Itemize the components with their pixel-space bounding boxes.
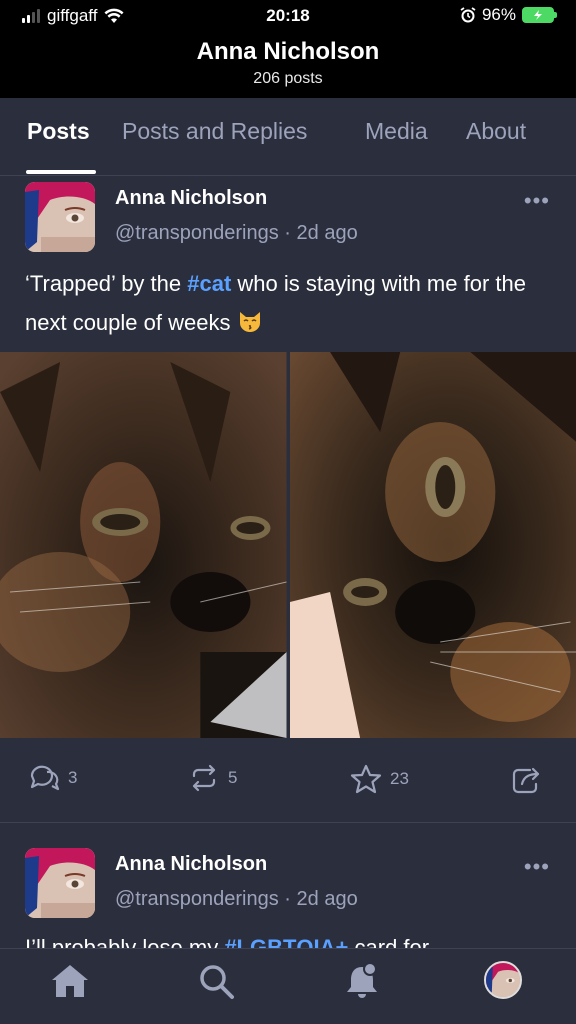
tab-about[interactable]: About bbox=[466, 118, 526, 145]
alarm-icon bbox=[460, 7, 476, 23]
cat-photo-right[interactable] bbox=[289, 352, 576, 738]
cat-photo-left[interactable] bbox=[0, 352, 287, 738]
post-meta: @transponderings · 2d ago bbox=[115, 888, 358, 910]
avatar[interactable] bbox=[25, 182, 95, 252]
profile-header: Anna Nicholson 206 posts bbox=[0, 38, 576, 88]
profile-tabs: Posts Posts and Replies Media About bbox=[0, 98, 576, 176]
hashtag-link[interactable]: #cat bbox=[187, 271, 231, 296]
post-age: 2d ago bbox=[296, 222, 358, 244]
bottom-navigation bbox=[0, 948, 576, 1024]
profile-avatar[interactable] bbox=[484, 961, 522, 999]
kissing-cat-emoji bbox=[239, 312, 260, 332]
share-icon bbox=[512, 767, 540, 794]
boost-button[interactable]: 5 bbox=[188, 764, 237, 792]
post-handle[interactable]: @transponderings bbox=[115, 222, 279, 244]
post-content: ‘Trapped’ by the #cat who is staying wit… bbox=[25, 271, 526, 335]
battery-charging-icon bbox=[522, 7, 557, 23]
avatar[interactable] bbox=[25, 848, 95, 918]
search-icon[interactable] bbox=[196, 961, 236, 1006]
post-divider bbox=[0, 822, 576, 823]
reply-count: 3 bbox=[68, 768, 78, 787]
reply-button[interactable]: 3 bbox=[28, 764, 77, 792]
profile-name: Anna Nicholson bbox=[196, 38, 380, 65]
post-author-name[interactable]: Anna Nicholson bbox=[115, 853, 267, 876]
post-actions: 3 5 23 bbox=[0, 752, 576, 808]
more-options-icon[interactable]: ••• bbox=[524, 188, 550, 214]
tab-posts[interactable]: Posts bbox=[27, 118, 90, 145]
tab-media[interactable]: Media bbox=[365, 118, 428, 145]
top-bar: giffgaff 20:18 96% Anna Nicholson 206 po… bbox=[0, 0, 576, 98]
favourite-count: 23 bbox=[390, 769, 409, 788]
reply-icon bbox=[30, 765, 60, 791]
post-age: 2d ago bbox=[296, 888, 358, 910]
post-media bbox=[0, 352, 576, 738]
favourite-button[interactable]: 23 bbox=[350, 764, 409, 794]
posts-count: 206 posts bbox=[253, 70, 323, 87]
battery-percent: 96% bbox=[481, 5, 516, 24]
tab-posts-and-replies[interactable]: Posts and Replies bbox=[122, 118, 307, 145]
more-options-icon[interactable]: ••• bbox=[524, 854, 550, 880]
status-bar: giffgaff 20:18 96% bbox=[0, 0, 576, 32]
notifications-icon[interactable] bbox=[342, 961, 382, 1006]
boost-count: 5 bbox=[228, 768, 238, 787]
post-meta: @transponderings · 2d ago bbox=[115, 222, 358, 244]
post-handle[interactable]: @transponderings bbox=[115, 888, 279, 910]
star-icon bbox=[350, 764, 382, 794]
boost-icon bbox=[192, 764, 216, 792]
active-tab-indicator bbox=[26, 170, 96, 174]
share-button[interactable] bbox=[510, 764, 542, 794]
home-icon[interactable] bbox=[50, 961, 90, 1006]
post-author-name[interactable]: Anna Nicholson bbox=[115, 187, 267, 210]
